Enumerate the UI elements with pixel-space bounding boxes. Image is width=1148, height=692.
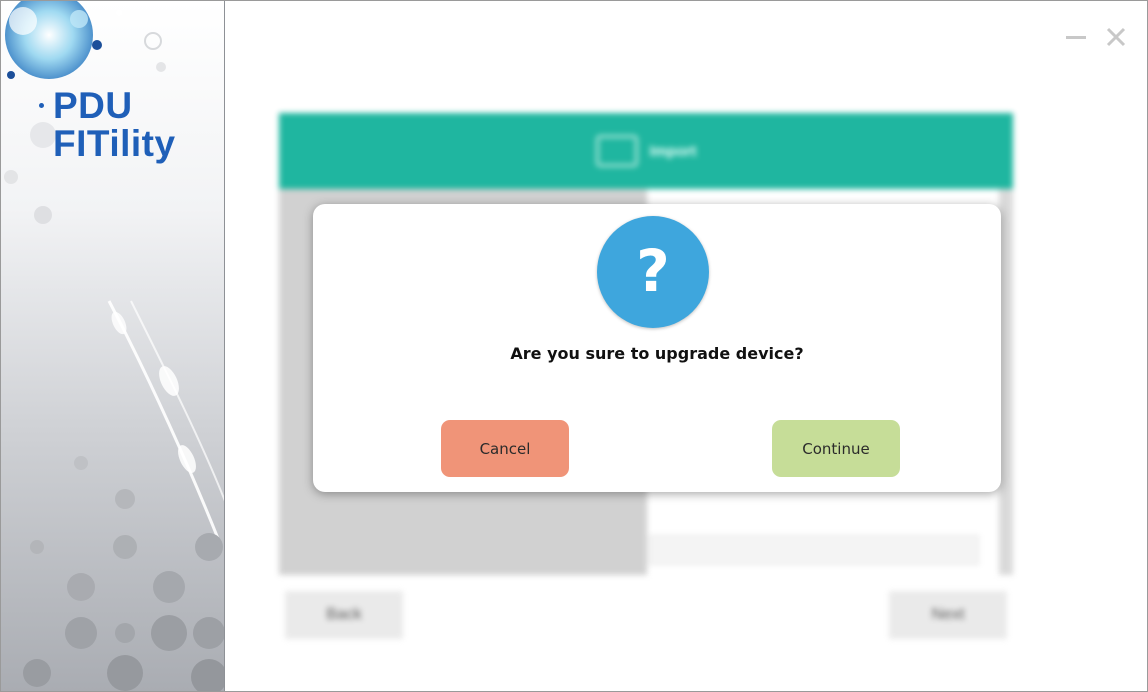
import-file-row (649, 535, 979, 565)
question-icon: ? (597, 216, 709, 328)
close-button[interactable] (1103, 25, 1129, 49)
cancel-button[interactable]: Cancel (441, 420, 569, 477)
close-icon (1106, 27, 1126, 47)
brand-line-2: FITility (53, 123, 176, 164)
next-button: Next (889, 591, 1007, 639)
app-window: PDU FITility Import Back Next ? Are you … (0, 0, 1148, 692)
back-button: Back (285, 591, 403, 639)
import-header: Import (279, 113, 1013, 189)
brand-line-1: PDU (53, 85, 133, 126)
brand-dot (39, 103, 44, 108)
folder-icon (595, 135, 638, 167)
minimize-button[interactable] (1063, 25, 1089, 49)
window-controls (1063, 25, 1129, 49)
app-logo-text: PDU FITility (53, 87, 176, 163)
import-title: Import (649, 142, 697, 160)
branding-sidebar: PDU FITility (1, 1, 225, 691)
import-scrollbar (999, 189, 1013, 575)
question-glyph: ? (636, 237, 670, 305)
minimize-icon (1066, 36, 1086, 39)
dialog-message: Are you sure to upgrade device? (510, 344, 804, 363)
continue-button[interactable]: Continue (772, 420, 900, 477)
confirm-dialog: ? Are you sure to upgrade device? Cancel… (313, 204, 1001, 492)
